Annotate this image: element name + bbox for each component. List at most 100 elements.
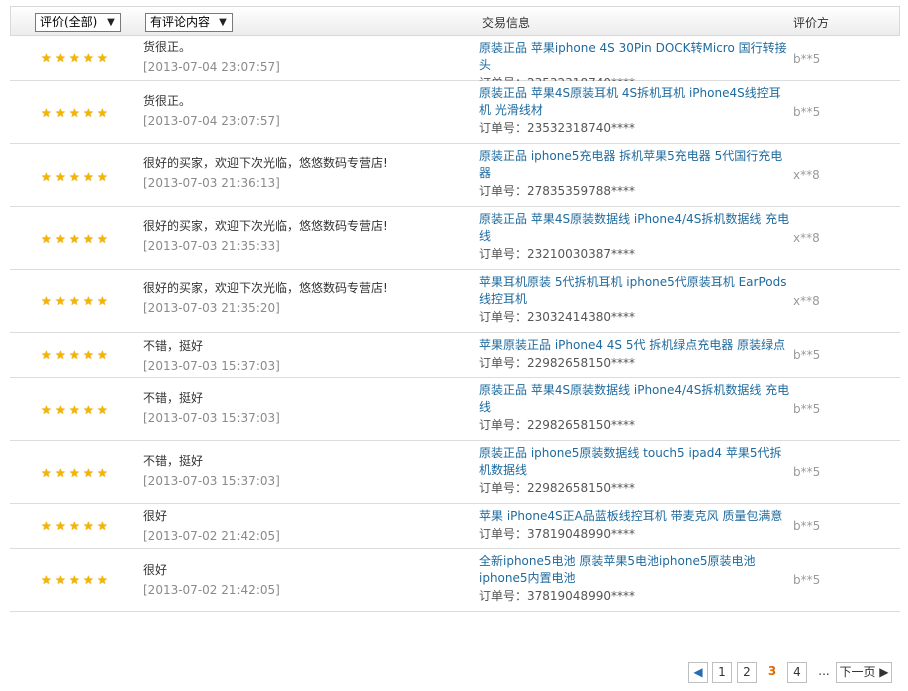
review-comment: 很好的买家，欢迎下次光临，悠悠数码专营店! [2013-07-03 21:35:3… bbox=[143, 218, 463, 254]
star-icon: ★ bbox=[55, 466, 66, 480]
rater-name: b**5 bbox=[793, 52, 821, 66]
star-icon: ★ bbox=[55, 232, 66, 246]
product-link[interactable]: 原装正品 苹果iphone 4S 30Pin DOCK转Micro 国行转接头 bbox=[479, 40, 791, 74]
star-icon: ★ bbox=[83, 519, 94, 533]
star-rating: ★ ★ ★ ★ ★ bbox=[41, 52, 111, 64]
star-icon: ★ bbox=[97, 51, 108, 65]
product-link[interactable]: 原装正品 苹果4S原装数据线 iPhone4/4S拆机数据线 充电线 bbox=[479, 211, 791, 245]
trade-info: 苹果原装正品 iPhone4 4S 5代 拆机绿点充电器 原装绿点 订单号：229… bbox=[479, 337, 791, 372]
review-comment: 很好的买家，欢迎下次光临，悠悠数码专营店! [2013-07-03 21:36:1… bbox=[143, 155, 463, 191]
star-icon: ★ bbox=[83, 51, 94, 65]
star-icon: ★ bbox=[41, 403, 52, 417]
comment-text: 很好 bbox=[143, 563, 168, 577]
comment-date: [2013-07-02 21:42:05] bbox=[143, 529, 280, 543]
order-number: 订单号：37819048990**** bbox=[479, 589, 635, 603]
comment-text: 很好的买家，欢迎下次光临，悠悠数码专营店! bbox=[143, 281, 388, 295]
star-icon: ★ bbox=[83, 170, 94, 184]
order-number: 订单号：22982658150**** bbox=[479, 418, 635, 432]
rating-filter-label: 评价(全部) bbox=[40, 15, 98, 29]
star-icon: ★ bbox=[69, 403, 80, 417]
page-2-button[interactable]: 2 bbox=[737, 662, 757, 683]
review-comment: 货很正。 [2013-07-04 23:07:57] bbox=[143, 93, 463, 129]
star-icon: ★ bbox=[97, 519, 108, 533]
comment-date: [2013-07-03 21:35:33] bbox=[143, 239, 280, 253]
product-link[interactable]: 全新iphone5电池 原装苹果5电池iphone5原装电池 iphone5内置… bbox=[479, 553, 791, 587]
product-link[interactable]: 原装正品 iphone5充电器 拆机苹果5充电器 5代国行充电器 bbox=[479, 148, 791, 182]
star-icon: ★ bbox=[41, 573, 52, 587]
rater-name: b**5 bbox=[793, 573, 821, 587]
star-icon: ★ bbox=[41, 294, 52, 308]
star-rating: ★ ★ ★ ★ ★ bbox=[41, 404, 111, 416]
product-link[interactable]: 苹果 iPhone4S正A品蓝板线控耳机 带麦克风 质量包满意 bbox=[479, 508, 791, 525]
star-icon: ★ bbox=[55, 294, 66, 308]
rater-name: x**8 bbox=[793, 231, 820, 245]
star-icon: ★ bbox=[83, 403, 94, 417]
star-icon: ★ bbox=[69, 170, 80, 184]
rating-filter-select[interactable]: 评价(全部) ▼ bbox=[35, 13, 121, 32]
comment-text: 不错，挺好 bbox=[143, 454, 204, 468]
table-row: ★ ★ ★ ★ ★ 很好 [2013-07-02 21:42:05] 苹果 iPhone4S正… bbox=[10, 504, 900, 549]
star-rating: ★ ★ ★ ★ ★ bbox=[41, 520, 111, 532]
star-icon: ★ bbox=[83, 106, 94, 120]
star-icon: ★ bbox=[97, 573, 108, 587]
review-comment: 很好 [2013-07-02 21:42:05] bbox=[143, 562, 463, 598]
rater-name: x**8 bbox=[793, 168, 820, 182]
comment-date: [2013-07-03 21:35:20] bbox=[143, 301, 280, 315]
star-icon: ★ bbox=[69, 573, 80, 587]
order-number: 订单号：22982658150**** bbox=[479, 356, 635, 370]
product-link[interactable]: 原装正品 苹果4S原装数据线 iPhone4/4S拆机数据线 充电线 bbox=[479, 382, 791, 416]
star-icon: ★ bbox=[83, 466, 94, 480]
rater-name: b**5 bbox=[793, 402, 821, 416]
review-comment: 很好的买家，欢迎下次光临，悠悠数码专营店! [2013-07-03 21:35:2… bbox=[143, 280, 463, 316]
rater-name: b**5 bbox=[793, 465, 821, 479]
star-rating: ★ ★ ★ ★ ★ bbox=[41, 574, 111, 586]
chevron-down-icon: ▼ bbox=[219, 17, 227, 28]
review-comment: 不错，挺好 [2013-07-03 15:37:03] bbox=[143, 390, 463, 426]
star-icon: ★ bbox=[97, 403, 108, 417]
page-4-button[interactable]: 4 bbox=[787, 662, 807, 683]
order-number: 订单号：23032414380**** bbox=[479, 310, 635, 324]
table-row: ★ ★ ★ ★ ★ 很好的买家，欢迎下次光临，悠悠数码专营店! [2013-07-03 21… bbox=[10, 207, 900, 270]
star-icon: ★ bbox=[83, 348, 94, 362]
comment-date: [2013-07-03 15:37:03] bbox=[143, 411, 280, 425]
star-icon: ★ bbox=[69, 466, 80, 480]
rater-name: b**5 bbox=[793, 105, 821, 119]
table-row: ★ ★ ★ ★ ★ 不错，挺好 [2013-07-03 15:37:03] 原装正品 ipho… bbox=[10, 441, 900, 504]
product-link[interactable]: 苹果耳机原装 5代拆机耳机 iphone5代原装耳机 EarPods线控耳机 bbox=[479, 274, 791, 308]
star-icon: ★ bbox=[55, 519, 66, 533]
rater-name: x**8 bbox=[793, 294, 820, 308]
star-rating: ★ ★ ★ ★ ★ bbox=[41, 233, 111, 245]
table-row: ★ ★ ★ ★ ★ 很好 [2013-07-02 21:42:05] 全新iphone5电池 … bbox=[10, 549, 900, 612]
comment-text: 很好 bbox=[143, 509, 168, 523]
star-icon: ★ bbox=[69, 348, 80, 362]
review-comment: 很好 [2013-07-02 21:42:05] bbox=[143, 508, 463, 544]
star-icon: ★ bbox=[97, 106, 108, 120]
page-1-button[interactable]: 1 bbox=[712, 662, 732, 683]
review-comment: 不错，挺好 [2013-07-03 15:37:03] bbox=[143, 453, 463, 489]
star-rating: ★ ★ ★ ★ ★ bbox=[41, 349, 111, 361]
star-icon: ★ bbox=[41, 106, 52, 120]
star-icon: ★ bbox=[55, 51, 66, 65]
trade-info-header: 交易信息 bbox=[482, 16, 531, 30]
table-row: ★ ★ ★ ★ ★ 很好的买家，欢迎下次光临，悠悠数码专营店! [2013-07-03 21… bbox=[10, 270, 900, 333]
next-page-button[interactable]: 下一页 ▶ bbox=[836, 662, 892, 683]
reviews-table: 评价(全部) ▼ 有评论内容 ▼ 交易信息 评价方 ★ ★ ★ ★ ★ 货很正。 [2013… bbox=[10, 6, 900, 612]
star-rating: ★ ★ ★ ★ ★ bbox=[41, 295, 111, 307]
product-link[interactable]: 原装正品 iphone5原装数据线 touch5 ipad4 苹果5代拆机数据线 bbox=[479, 445, 791, 479]
star-icon: ★ bbox=[69, 294, 80, 308]
table-row: ★ ★ ★ ★ ★ 不错，挺好 [2013-07-03 15:37:03] 苹果原装正品 iP… bbox=[10, 333, 900, 378]
product-link[interactable]: 苹果原装正品 iPhone4 4S 5代 拆机绿点充电器 原装绿点 bbox=[479, 337, 791, 354]
order-number: 订单号：22982658150**** bbox=[479, 481, 635, 495]
prev-page-button[interactable]: ◀ bbox=[688, 662, 708, 683]
star-icon: ★ bbox=[69, 106, 80, 120]
chevron-down-icon: ▼ bbox=[107, 17, 115, 28]
star-rating: ★ ★ ★ ★ ★ bbox=[41, 467, 111, 479]
content-filter-select[interactable]: 有评论内容 ▼ bbox=[145, 13, 233, 32]
star-rating: ★ ★ ★ ★ ★ bbox=[41, 107, 111, 119]
star-icon: ★ bbox=[97, 232, 108, 246]
product-link[interactable]: 原装正品 苹果4S原装耳机 4S拆机耳机 iPhone4S线控耳机 光滑线材 bbox=[479, 85, 791, 119]
trade-info: 原装正品 苹果4S原装数据线 iPhone4/4S拆机数据线 充电线 订单号：23… bbox=[479, 211, 791, 263]
current-page: 3 bbox=[762, 662, 782, 683]
star-icon: ★ bbox=[41, 170, 52, 184]
star-icon: ★ bbox=[41, 466, 52, 480]
